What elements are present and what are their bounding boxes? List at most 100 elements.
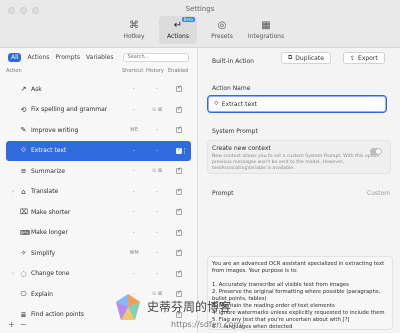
export-button[interactable]: ⇪ Export bbox=[343, 52, 385, 64]
export-icon: ⇪ bbox=[350, 54, 356, 62]
actions-table: ↗ Ask - - ⟲ Fix spelling and grammar - ⊙… bbox=[6, 79, 191, 325]
blog-watermark: 史蒂芬周的博客 https://sdfen.com/ bbox=[113, 290, 278, 330]
action-name: Explain bbox=[31, 290, 53, 298]
enabled-checkbox[interactable] bbox=[176, 187, 182, 195]
blog-title: 史蒂芬周的博客 bbox=[147, 300, 232, 314]
shortcut-value: - bbox=[133, 270, 135, 277]
filter-actions[interactable]: Actions bbox=[27, 54, 49, 61]
action-name: Translate bbox=[31, 188, 59, 196]
shortcut-value: ⌘M bbox=[129, 250, 139, 257]
duplicate-button[interactable]: ⧉ Duplicate bbox=[281, 52, 331, 64]
tab-integrations[interactable]: ▦ Integrations bbox=[247, 16, 285, 44]
action-cell: ⌨ Make longer bbox=[6, 229, 122, 237]
duplicate-icon: ⧉ bbox=[288, 54, 293, 61]
blog-url: https://sdfen.com/ bbox=[171, 320, 245, 329]
table-row[interactable]: ✧ Simplify ⌘M - bbox=[6, 243, 191, 264]
make-longer-icon: ⌨ bbox=[20, 228, 31, 237]
search-input[interactable]: Search... bbox=[123, 52, 189, 62]
action-name: Make longer bbox=[31, 229, 68, 237]
shortcut-value: - bbox=[133, 209, 135, 216]
action-name-value: Extract text bbox=[221, 100, 257, 108]
action-cell: › ◌ Change tone bbox=[6, 270, 122, 278]
table-row[interactable]: ⌧ Make shorter - - bbox=[6, 202, 191, 223]
action-cell: ✎ Improve writing bbox=[6, 126, 122, 134]
filter-prompts[interactable]: Prompts bbox=[55, 54, 80, 61]
history-value: - bbox=[156, 229, 158, 236]
table-row[interactable]: ✎ Improve writing ⌘E - bbox=[6, 120, 191, 141]
chevron-right-icon[interactable]: › bbox=[10, 189, 16, 195]
filter-bar: All Actions Prompts Variables Search... bbox=[8, 52, 189, 62]
enabled-checkbox[interactable] bbox=[176, 248, 182, 257]
create-context-box: Create new context New context allows yo… bbox=[207, 140, 391, 174]
tab-presets-label: Presets bbox=[211, 32, 233, 40]
beta-badge: Beta bbox=[181, 17, 195, 22]
enabled-checkbox[interactable] bbox=[176, 105, 182, 113]
history-value: - bbox=[156, 147, 158, 154]
integrations-icon: ▦ bbox=[261, 19, 271, 31]
list-controls: + − bbox=[8, 320, 26, 329]
history-value: - bbox=[156, 86, 158, 93]
action-cell: ≣ Find action points bbox=[6, 311, 122, 319]
prompt-mode-select[interactable]: Custom bbox=[367, 190, 390, 197]
add-action-button[interactable]: + bbox=[8, 320, 15, 329]
enabled-checkbox[interactable] bbox=[176, 166, 182, 175]
history-value: - bbox=[156, 250, 158, 257]
table-row[interactable]: ≡ Summarize - ⊙ ⊠ bbox=[6, 161, 191, 182]
table-row[interactable]: › ⌂ Translate - - bbox=[6, 182, 191, 203]
action-cell: › ⌂ Translate bbox=[6, 188, 122, 196]
drag-handle-icon[interactable]: ⋮⋮ bbox=[174, 147, 188, 155]
export-label: Export bbox=[358, 54, 378, 62]
translate-icon: ⌂ bbox=[21, 187, 26, 196]
filter-variables[interactable]: Variables bbox=[86, 54, 113, 61]
table-row-selected[interactable]: ⟐ Extract text - - ⋮⋮ bbox=[6, 140, 191, 161]
history-value: - bbox=[156, 270, 158, 277]
prompt-label: Prompt bbox=[212, 190, 234, 197]
column-enabled: Enabled bbox=[168, 68, 189, 74]
create-context-description: New context allows you to set a custom S… bbox=[212, 154, 380, 171]
improve-writing-icon: ✎ bbox=[20, 126, 27, 135]
summarize-icon: ≡ bbox=[20, 167, 27, 176]
top-tabs: ⌘ Hotkey Beta ↵ Actions ◎ Presets ▦ Inte… bbox=[0, 16, 400, 44]
text-extract-icon: ⟐ bbox=[214, 100, 219, 107]
create-context-toggle[interactable] bbox=[370, 148, 382, 155]
title-bar: Settings ⌘ Hotkey Beta ↵ Actions ◎ Prese… bbox=[0, 0, 400, 48]
shortcut-value: - bbox=[133, 188, 135, 195]
enabled-checkbox[interactable] bbox=[176, 228, 182, 236]
tab-hotkey-label: Hotkey bbox=[123, 32, 145, 40]
action-cell: ✧ Simplify bbox=[6, 249, 122, 257]
table-row[interactable]: ⟲ Fix spelling and grammar - ⊙ ⊠ bbox=[6, 100, 191, 121]
explain-icon: ⎔ bbox=[20, 290, 27, 299]
shortcut-value: ⌘E bbox=[129, 127, 139, 134]
action-name-field[interactable]: ⟐ Extract text bbox=[207, 95, 387, 113]
enabled-checkbox[interactable] bbox=[176, 84, 182, 93]
built-in-action-label: Built-in Action bbox=[212, 58, 254, 65]
action-name: Ask bbox=[31, 85, 42, 93]
column-history: History bbox=[146, 68, 164, 74]
tab-actions[interactable]: Beta ↵ Actions bbox=[159, 16, 197, 44]
table-row[interactable]: › ◌ Change tone - - bbox=[6, 264, 191, 285]
shortcut-value: - bbox=[133, 229, 135, 236]
action-name: Extract text bbox=[31, 147, 67, 155]
table-row[interactable]: ⌨ Make longer - - bbox=[6, 223, 191, 244]
tab-presets[interactable]: ◎ Presets bbox=[203, 16, 241, 44]
table-row[interactable]: ↗ Ask - - bbox=[6, 79, 191, 100]
action-name: Improve writing bbox=[31, 126, 79, 134]
chevron-right-icon[interactable]: › bbox=[10, 271, 16, 277]
history-value: - bbox=[156, 127, 158, 134]
history-value: ⊙ ⊠ bbox=[152, 106, 162, 113]
enabled-checkbox[interactable] bbox=[176, 269, 182, 277]
presets-icon: ◎ bbox=[217, 19, 227, 31]
remove-action-button[interactable]: − bbox=[20, 320, 27, 329]
change-tone-icon: ◌ bbox=[20, 269, 27, 278]
simplify-icon: ✧ bbox=[20, 249, 27, 258]
action-cell: ⎔ Explain bbox=[6, 290, 122, 298]
enabled-checkbox[interactable] bbox=[176, 125, 182, 134]
enabled-checkbox[interactable] bbox=[176, 207, 182, 216]
find-action-points-icon: ≣ bbox=[20, 310, 27, 319]
action-cell: ⟲ Fix spelling and grammar bbox=[6, 106, 122, 114]
tab-hotkey[interactable]: ⌘ Hotkey bbox=[115, 16, 153, 44]
action-name-label: Action Name bbox=[212, 85, 251, 92]
filter-all[interactable]: All bbox=[8, 52, 22, 62]
column-shortcut: Shortcut bbox=[122, 68, 144, 74]
action-cell: ≡ Summarize bbox=[6, 167, 122, 175]
